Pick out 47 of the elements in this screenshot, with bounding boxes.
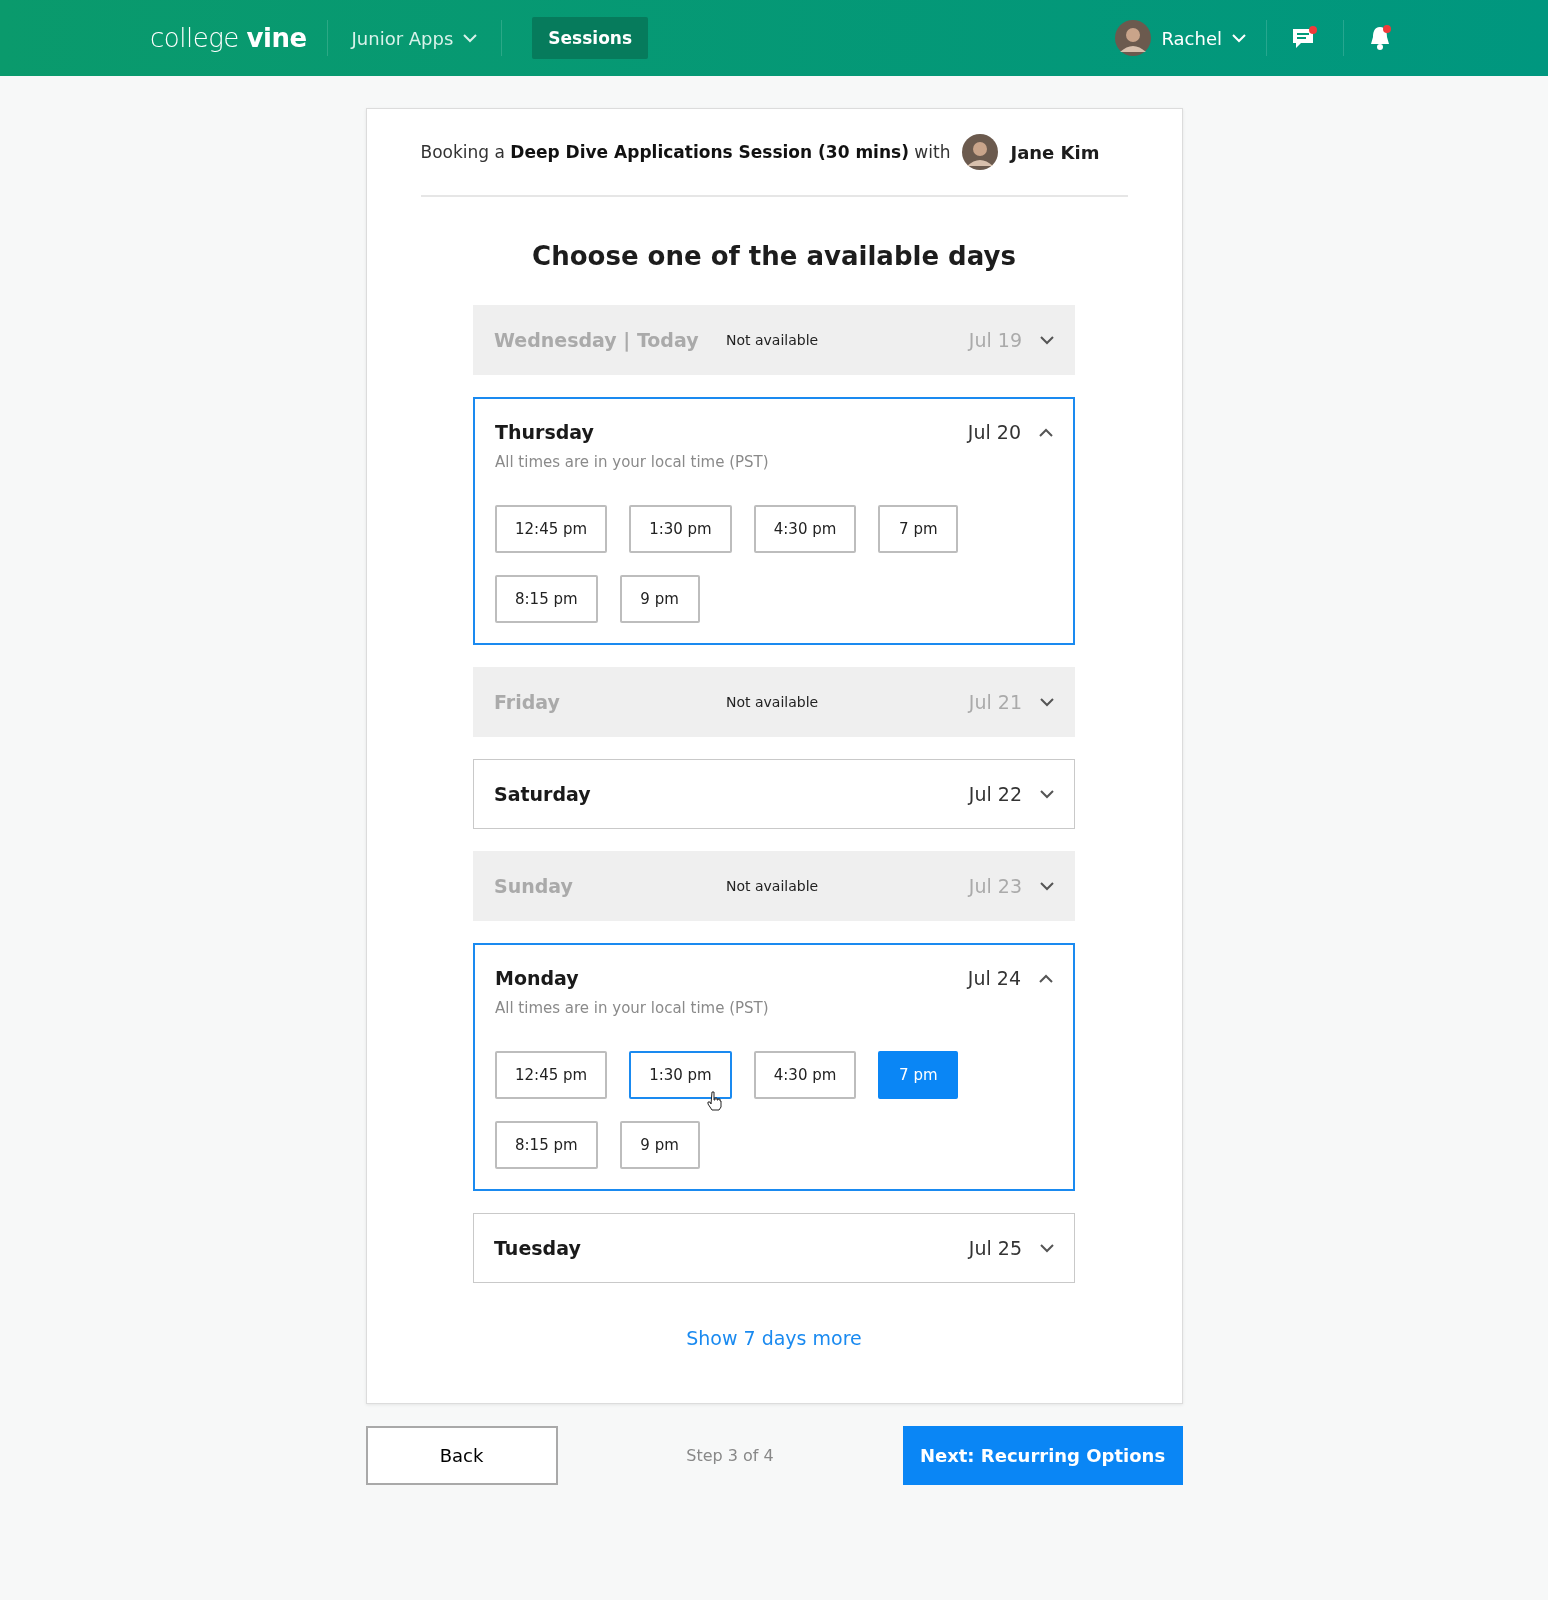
day-date: Jul 19 (968, 329, 1022, 351)
page-heading: Choose one of the available days (531, 241, 1017, 271)
day-panel[interactable]: Friday Not available Jul 21 (473, 667, 1075, 737)
logo[interactable]: college vine (150, 23, 307, 53)
day-panel[interactable]: Sunday Not available Jul 23 (473, 851, 1075, 921)
time-slot[interactable]: 8:15 pm (495, 1121, 598, 1169)
time-slot[interactable]: 12:45 pm (495, 1051, 608, 1099)
availability-status: Not available (726, 332, 820, 348)
availability-status: Not available (726, 694, 820, 710)
day-name: Saturday (494, 783, 592, 805)
day-date: Jul 22 (968, 783, 1022, 805)
time-slot[interactable]: 9 pm (619, 1121, 700, 1169)
timezone-note: All times are in your local time (PST) (495, 453, 770, 471)
day-date: Jul 25 (968, 1237, 1022, 1259)
time-slot[interactable]: 7 pm (878, 1051, 959, 1099)
timezone-note: All times are in your local time (PST) (495, 999, 770, 1017)
time-slot[interactable]: 4:30 pm (753, 505, 857, 553)
show-more-link[interactable]: Show 7 days more (686, 1327, 862, 1349)
next-button[interactable]: Next: Recurring Options (902, 1426, 1183, 1485)
back-button[interactable]: Back (365, 1426, 558, 1485)
day-date: Jul 21 (968, 691, 1022, 713)
day-name: Wednesday | Today (494, 329, 700, 351)
time-slot[interactable]: 7 pm (878, 505, 959, 553)
time-slot[interactable]: 12:45 pm (495, 505, 608, 553)
day-name: Tuesday (494, 1237, 582, 1259)
day-date: Jul 23 (968, 875, 1022, 897)
user-menu[interactable]: Rachel (1115, 20, 1246, 56)
time-slot[interactable]: 1:30 pm (629, 505, 732, 553)
advisor-name: Jane Kim (1010, 141, 1100, 163)
day-name: Friday (494, 691, 561, 713)
day-panel[interactable]: Saturday Jul 22 (473, 759, 1075, 829)
day-panel[interactable]: Thursday Jul 20 All times are in your local time (PST) 12:45 pm 1:30 pm 4:30 pm 7 pm 8:15 pm 9 pm (473, 397, 1075, 645)
time-slot[interactable]: 4:30 pm (753, 1051, 857, 1099)
time-slot[interactable]: 8:15 pm (495, 575, 598, 623)
day-date: Jul 24 (967, 967, 1021, 989)
day-panel[interactable]: Wednesday | Today Not available Jul 19 (473, 305, 1075, 375)
time-slot[interactable]: 9 pm (619, 575, 700, 623)
day-name: Thursday (495, 421, 595, 443)
day-date: Jul 20 (967, 421, 1021, 443)
day-name: Monday (495, 967, 580, 989)
step-indicator: Step 3 of 4 (686, 1446, 774, 1465)
day-name: Sunday (494, 875, 574, 897)
availability-status: Not available (726, 878, 820, 894)
nav-tab[interactable]: Sessions (532, 17, 649, 59)
booking-summary: Booking a Deep Dive Applications Session (30 mins) with (420, 142, 951, 162)
day-panel[interactable]: Tuesday Jul 25 (473, 1213, 1075, 1283)
day-panel[interactable]: Monday Jul 24 All times are in your local time (PST) 12:45 pm 1:30 pm 4:30 pm 7 pm 8:15 pm 9 pm (473, 943, 1075, 1191)
